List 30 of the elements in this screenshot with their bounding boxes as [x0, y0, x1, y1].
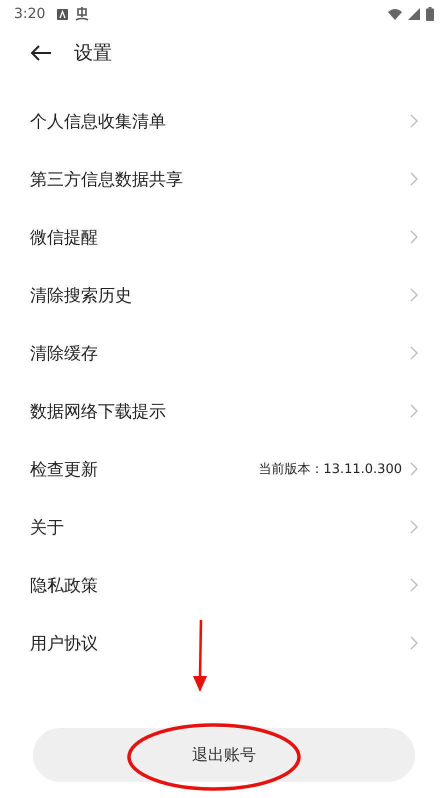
chevron-icon [410, 114, 418, 128]
chevron-icon [410, 636, 418, 650]
chevron-icon [410, 520, 418, 534]
logout-button[interactable]: 退出账号 [33, 728, 415, 782]
settings-item[interactable]: 清除搜索历史 [0, 266, 448, 324]
chevron-icon [410, 578, 418, 592]
settings-item[interactable]: 关于 [0, 498, 448, 556]
back-arrow-icon[interactable] [30, 45, 52, 61]
settings-item[interactable]: 隐私政策 [0, 556, 448, 614]
settings-item[interactable]: 用户协议 [0, 614, 448, 672]
chevron-icon [410, 462, 418, 476]
signal-icon [408, 8, 420, 20]
settings-item[interactable]: 清除缓存 [0, 324, 448, 382]
chevron-icon [410, 288, 418, 302]
chevron-icon [410, 172, 418, 186]
settings-item[interactable]: 数据网络下载提示 [0, 382, 448, 440]
annotation-arrow [192, 620, 208, 692]
version-text: 当前版本：13.11.0.300 [258, 461, 402, 478]
chevron-icon [410, 346, 418, 360]
chevron-icon [410, 230, 418, 244]
settings-item[interactable]: 微信提醒 [0, 208, 448, 266]
settings-item[interactable]: 第三方信息数据共享 [0, 150, 448, 208]
page-title: 设置 [74, 41, 112, 66]
settings-item[interactable]: 检查更新 当前版本：13.11.0.300 [0, 440, 448, 498]
chevron-icon [410, 404, 418, 418]
wifi-icon [388, 8, 402, 20]
notification-icon [57, 8, 68, 20]
settings-item[interactable]: 个人信息收集清单 [0, 92, 448, 150]
battery-icon [426, 7, 434, 21]
status-time: 3:20 [14, 6, 46, 22]
